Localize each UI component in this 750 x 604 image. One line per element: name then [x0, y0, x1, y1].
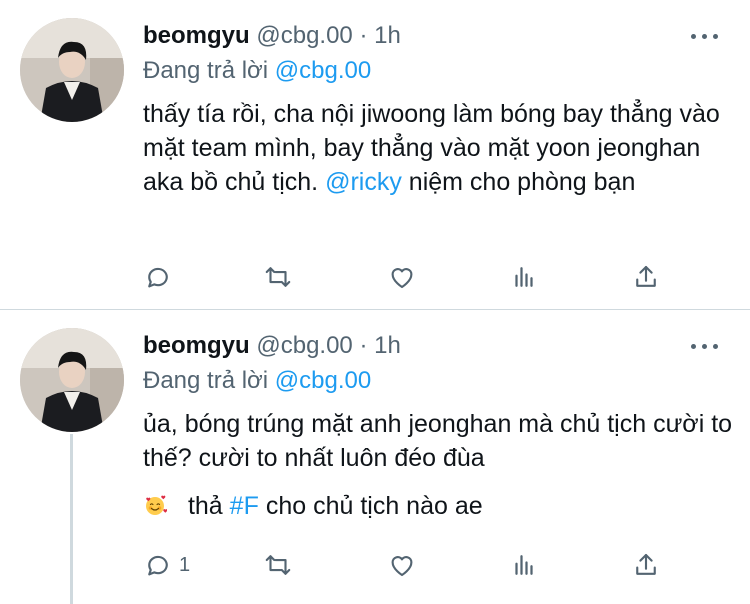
- timestamp[interactable]: 1h: [374, 22, 401, 49]
- timestamp[interactable]: 1h: [374, 332, 401, 359]
- share-button[interactable]: [631, 549, 661, 581]
- thread-line: [70, 434, 73, 604]
- avatar-image: [20, 328, 124, 432]
- share-button[interactable]: [631, 261, 661, 293]
- tweet-text: thấy tía rồi, cha nội jiwoong làm bóng b…: [143, 97, 733, 199]
- action-bar: 1: [143, 549, 683, 581]
- author-name[interactable]: beomgyu: [143, 22, 250, 49]
- analytics-icon: [515, 267, 533, 287]
- retweet-button[interactable]: [263, 549, 293, 581]
- avatar[interactable]: [20, 328, 124, 432]
- replying-mention[interactable]: @cbg.00: [275, 57, 371, 84]
- tweet-text-line: ủa, bóng trúng mặt anh jeonghan mà chủ t…: [143, 410, 733, 472]
- tweet-text: ủa, bóng trúng mặt anh jeonghan mà chủ t…: [143, 407, 733, 523]
- like-button[interactable]: [387, 261, 417, 293]
- tweet-text-part: thả: [187, 492, 223, 520]
- author-handle[interactable]: @cbg.00: [256, 22, 352, 49]
- action-bar: [143, 261, 683, 293]
- like-button[interactable]: [387, 549, 417, 581]
- hashtag-link[interactable]: #F: [230, 492, 259, 520]
- replying-to: Đang trả lời @cbg.00: [143, 57, 371, 85]
- author-handle[interactable]: @cbg.00: [256, 332, 352, 359]
- author-name[interactable]: beomgyu: [143, 332, 250, 359]
- reply-icon: [148, 555, 168, 576]
- reply-button[interactable]: [143, 261, 173, 293]
- replying-prefix: Đang trả lời: [143, 367, 269, 394]
- reply-button[interactable]: 1: [143, 549, 190, 581]
- smiling-face-with-hearts-emoji: [146, 495, 167, 515]
- analytics-button[interactable]: [509, 261, 539, 293]
- avatar[interactable]: [20, 18, 124, 122]
- reply-icon: [148, 267, 168, 288]
- like-icon: [391, 556, 413, 577]
- share-icon: [636, 265, 656, 287]
- more-icon[interactable]: [690, 336, 720, 356]
- tweet[interactable]: beomgyu @cbg.00 · 1h Đang trả lời @cbg.0…: [0, 310, 750, 604]
- avatar-image: [20, 18, 124, 122]
- tweet-text-part: cho chủ tịch nào ae: [265, 492, 483, 520]
- retweet-icon: [265, 267, 291, 287]
- replying-prefix: Đang trả lời: [143, 57, 269, 84]
- tweet-text-line: thả #F cho chủ tịch nào ae: [143, 489, 733, 523]
- tweet[interactable]: beomgyu @cbg.00 · 1h Đang trả lời @cbg.0…: [0, 0, 750, 310]
- separator: ·: [359, 332, 368, 359]
- tweet-text-part: niệm cho phòng bạn: [408, 168, 636, 196]
- like-icon: [391, 268, 413, 289]
- retweet-button[interactable]: [263, 261, 293, 293]
- more-icon[interactable]: [690, 26, 720, 46]
- replying-mention[interactable]: @cbg.00: [275, 367, 371, 394]
- retweet-icon: [265, 555, 291, 575]
- analytics-button[interactable]: [509, 549, 539, 581]
- share-icon: [636, 553, 656, 575]
- analytics-icon: [515, 555, 533, 575]
- replying-to: Đang trả lời @cbg.00: [143, 367, 371, 395]
- reply-count: 1: [179, 553, 191, 576]
- mention-link[interactable]: @ricky: [325, 168, 402, 196]
- separator: ·: [359, 22, 368, 49]
